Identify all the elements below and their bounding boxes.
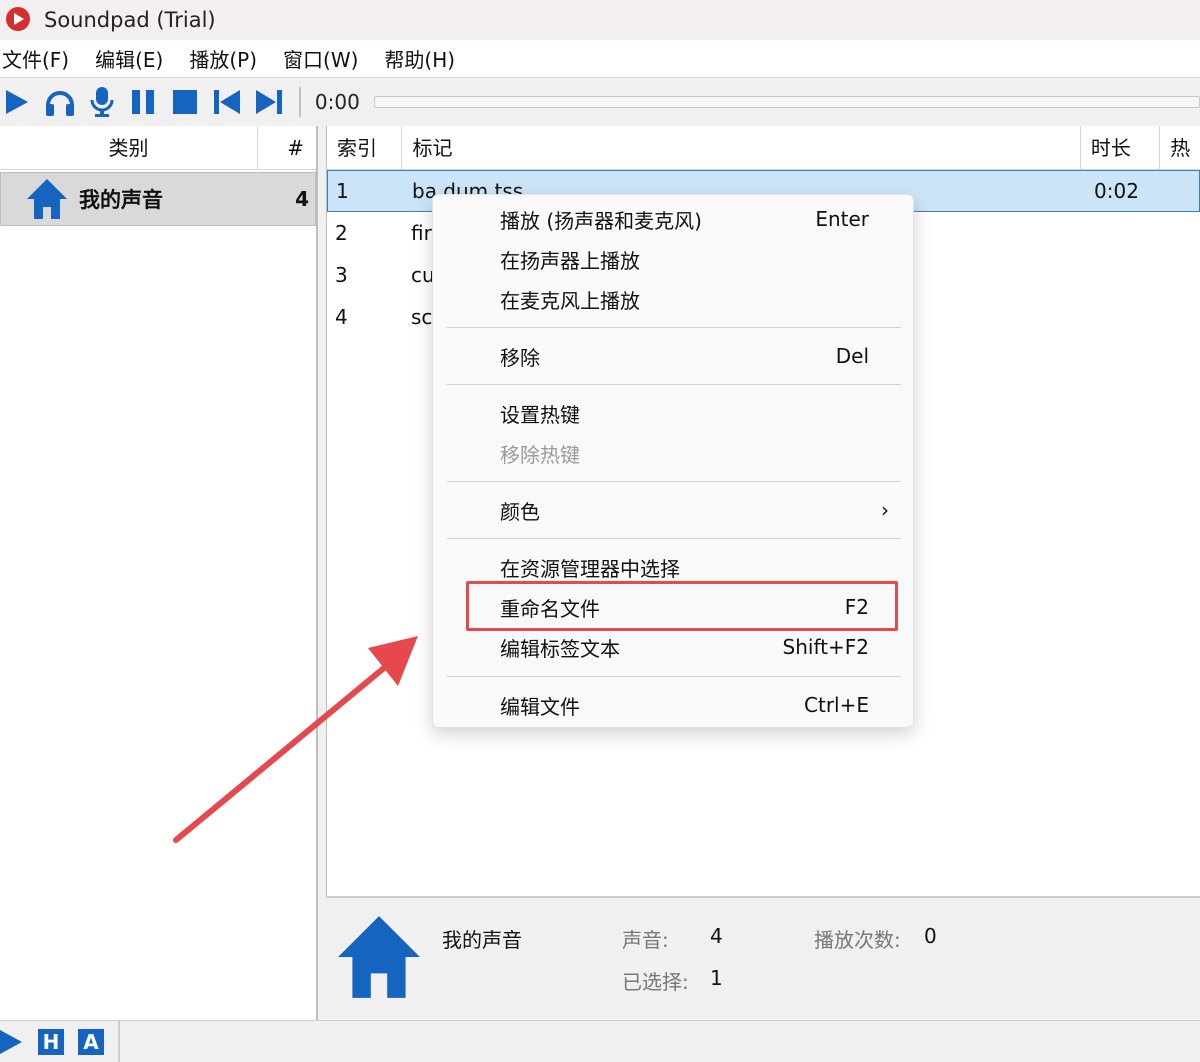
menu-separator	[447, 384, 901, 385]
sound-list-header: 索引 标记 时长 热	[327, 126, 1200, 170]
sound-index: 3	[335, 263, 348, 287]
category-header: 类别 #	[0, 126, 316, 170]
pause-icon[interactable]	[126, 84, 162, 120]
menu-item-label: 在扬声器上播放	[500, 248, 640, 273]
context-menu: 播放 (扬声器和麦克风) Enter 在扬声器上播放 在麦克风上播放 移除 De…	[432, 194, 914, 728]
info-category-name: 我的声音	[442, 928, 522, 952]
menu-file[interactable]: 文件(F)	[2, 44, 69, 73]
menu-item-shortcut: Ctrl+E	[804, 693, 869, 717]
category-count: 4	[295, 187, 309, 211]
menu-item-edit-tag[interactable]: 编辑标签文本 Shift+F2	[433, 627, 915, 667]
sounds-count-label: 声音:	[622, 928, 669, 952]
count-column-header[interactable]: #	[258, 126, 316, 169]
status-divider	[118, 1020, 120, 1062]
menu-item-label: 移除	[500, 345, 540, 370]
microphone-icon[interactable]	[84, 84, 120, 120]
menu-item-shortcut: Shift+F2	[782, 635, 869, 659]
menu-item-label: 编辑标签文本	[500, 636, 620, 661]
menu-item-play-microphone[interactable]: 在麦克风上播放	[433, 279, 915, 319]
stop-icon[interactable]	[167, 84, 203, 120]
menu-help[interactable]: 帮助(H)	[384, 44, 455, 73]
category-row[interactable]: 我的声音 4	[0, 172, 316, 226]
menu-edit[interactable]: 编辑(E)	[95, 44, 163, 73]
duration-column-header[interactable]: 时长	[1081, 126, 1161, 169]
play-count-label: 播放次数:	[814, 928, 901, 952]
playback-time: 0:00	[314, 90, 360, 114]
category-name: 我的声音	[79, 188, 163, 212]
menu-separator	[447, 676, 901, 677]
menu-item-label: 移除热键	[500, 442, 580, 467]
home-icon	[25, 177, 69, 221]
menu-item-remove[interactable]: 移除 Del	[433, 336, 915, 376]
menu-item-label: 在资源管理器中选择	[500, 556, 680, 581]
selected-count-label: 已选择:	[622, 970, 689, 994]
soundpad-logo-icon	[4, 5, 38, 35]
menu-item-label: 设置热键	[500, 402, 580, 427]
menu-item-label: 编辑文件	[500, 694, 580, 719]
window-title: Soundpad (Trial)	[44, 8, 216, 32]
play-icon[interactable]	[0, 84, 36, 120]
seek-bar[interactable]	[373, 96, 1200, 108]
menu-item-edit-file[interactable]: 编辑文件 Ctrl+E	[433, 685, 915, 725]
category-panel: 类别 # 我的声音 4	[0, 126, 318, 1020]
menu-item-shortcut: Enter	[815, 207, 869, 231]
menu-bar: 文件(F) 编辑(E) 播放(P) 窗口(W) 帮助(H)	[0, 40, 1200, 78]
headphones-icon[interactable]	[42, 84, 78, 120]
sounds-count-value: 4	[710, 924, 723, 948]
menu-item-play-speakers[interactable]: 在扬声器上播放	[433, 239, 915, 279]
sound-duration: 0:02	[1094, 179, 1139, 203]
menu-play[interactable]: 播放(P)	[189, 44, 257, 73]
menu-item-label: 颜色	[500, 499, 540, 524]
next-icon[interactable]	[251, 84, 287, 120]
menu-item-set-hotkey[interactable]: 设置热键	[433, 393, 915, 433]
menu-item-play-both[interactable]: 播放 (扬声器和麦克风) Enter	[433, 199, 915, 239]
sound-index: 4	[335, 305, 348, 329]
highlight-box	[466, 581, 898, 631]
category-column-header[interactable]: 类别	[0, 126, 258, 169]
menu-item-label: 在麦克风上播放	[500, 288, 640, 313]
menu-separator	[447, 481, 901, 482]
info-panel: 我的声音 声音: 4 播放次数: 0 已选择: 1	[326, 896, 1200, 1020]
toolbar-separator	[298, 87, 301, 117]
menu-separator	[447, 538, 901, 539]
menu-item-shortcut: Del	[835, 344, 869, 368]
selected-count-value: 1	[710, 966, 723, 990]
sound-index: 2	[335, 221, 348, 245]
previous-icon[interactable]	[209, 84, 245, 120]
hotkey-column-header[interactable]: 热	[1160, 126, 1200, 169]
menu-item-color[interactable]: 颜色 ›	[433, 490, 915, 530]
status-bar: H A	[0, 1020, 1200, 1062]
tag-column-header[interactable]: 标记	[402, 126, 1081, 169]
sound-index: 1	[336, 179, 349, 203]
index-column-header[interactable]: 索引	[327, 126, 403, 169]
category-home-icon	[334, 912, 424, 1002]
hotkeys-toggle-button[interactable]: H	[38, 1028, 64, 1055]
toolbar: 0:00	[0, 78, 1200, 126]
chevron-right-icon: ›	[881, 498, 889, 522]
menu-item-label: 播放 (扬声器和麦克风)	[500, 208, 702, 233]
menu-window[interactable]: 窗口(W)	[283, 44, 358, 73]
menu-item-remove-hotkey: 移除热键	[433, 433, 915, 473]
auto-toggle-button[interactable]: A	[78, 1028, 104, 1055]
menu-separator	[447, 327, 901, 328]
status-play-icon[interactable]	[0, 1028, 24, 1056]
play-count-value: 0	[924, 924, 937, 948]
title-bar: Soundpad (Trial)	[0, 0, 1200, 40]
